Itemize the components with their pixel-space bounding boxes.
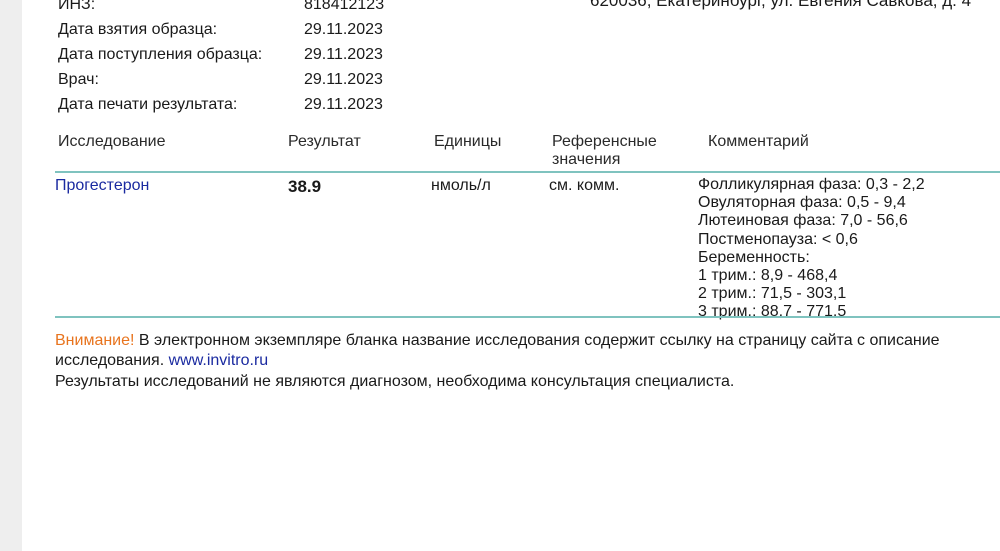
comment-line: Постменопауза: < 0,6 — [698, 230, 858, 248]
comment-line: 2 трим.: 71,5 - 303,1 — [698, 285, 847, 303]
invitro-link[interactable]: www.invitro.ru — [169, 352, 269, 369]
table-row-divider — [55, 316, 1000, 318]
reference-value: см. комм. — [549, 177, 620, 194]
test-name-link[interactable]: Прогестерон — [55, 177, 149, 195]
column-header-result: Результат — [288, 133, 361, 150]
column-header-units: Единицы — [434, 133, 502, 150]
attention-text-line2: исследования. — [55, 352, 169, 369]
result-value: 38.9 — [288, 177, 322, 196]
column-header-reference-line1: Референсные — [552, 133, 657, 150]
sample-taken-label: Дата взятия образца: — [58, 21, 218, 38]
disclaimer: Результаты исследований не являются диаг… — [55, 373, 735, 390]
print-date-value: 29.11.2023 — [304, 96, 383, 113]
attention-note: Внимание! В электронном экземпляре бланк… — [55, 332, 940, 350]
comment-line: Лютеиновая фаза: 7,0 - 56,6 — [698, 212, 908, 230]
inz-label: ИНЗ: — [58, 0, 96, 13]
comment-line: Беременность: — [698, 248, 810, 266]
column-header-test: Исследование — [58, 133, 166, 150]
column-header-reference-line2: значения — [552, 151, 621, 168]
comment-line: Фолликулярная фаза: 0,3 - 2,2 — [698, 176, 925, 193]
doctor-value: 29.11.2023 — [304, 71, 383, 88]
attention-label: Внимание! — [55, 332, 135, 349]
comment-line: Овуляторная фаза: 0,5 - 9,4 — [698, 194, 906, 212]
column-header-comment: Комментарий — [708, 133, 809, 150]
units-value: нмоль/л — [431, 177, 491, 194]
doctor-label: Врач: — [58, 71, 99, 88]
sample-received-label: Дата поступления образца: — [58, 46, 263, 63]
attention-text: В электронном экземпляре бланка название… — [134, 332, 940, 349]
sample-taken-value: 29.11.2023 — [304, 21, 383, 38]
lab-address: 620036, Екатеринбург, ул. Евгения Савков… — [590, 0, 972, 10]
inz-value: 818412123 — [304, 0, 385, 13]
comment-line: 3 трим.: 88,7 - 771,5 — [698, 303, 847, 321]
sample-received-value: 29.11.2023 — [304, 46, 383, 63]
print-date-label: Дата печати результата: — [58, 96, 238, 113]
comment-line: 1 трим.: 8,9 - 468,4 — [698, 267, 838, 285]
table-header-divider — [55, 171, 1000, 173]
comment-block: Фолликулярная фаза: 0,3 - 2,2 Овуляторна… — [698, 176, 925, 322]
attention-note-line2: исследования. www.invitro.ru — [55, 352, 268, 370]
